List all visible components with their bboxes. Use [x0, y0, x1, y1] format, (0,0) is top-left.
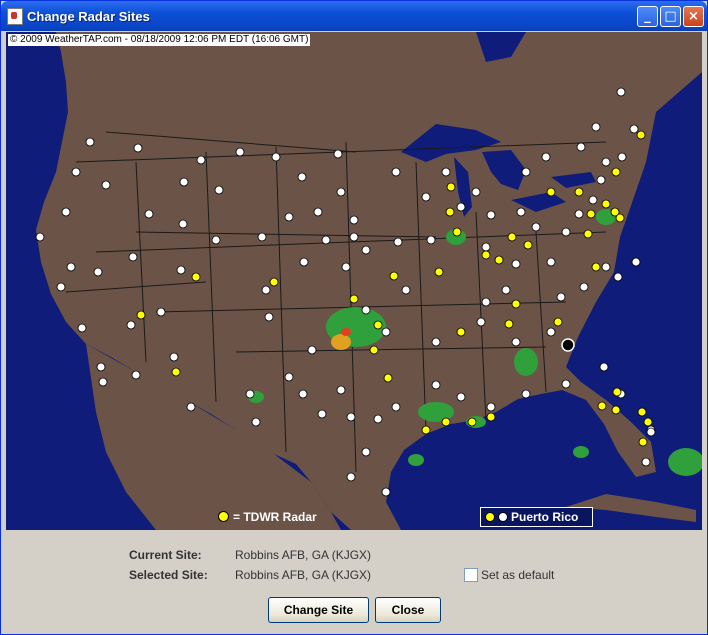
tdwr-legend-label: = TDWR Radar	[233, 510, 317, 524]
title-bar[interactable]: Change Radar Sites _ □ ×	[1, 1, 707, 31]
tdwr-dot-icon	[485, 512, 495, 522]
tdwr-legend-dot-icon	[218, 511, 229, 522]
current-site-label: Current Site:	[129, 548, 202, 562]
maximize-button[interactable]: □	[660, 6, 681, 27]
change-site-button[interactable]: Change Site	[268, 597, 369, 623]
set-default-label[interactable]: Set as default	[481, 568, 554, 582]
selected-site-label: Selected Site:	[129, 568, 208, 582]
tdwr-legend: = TDWR Radar	[218, 510, 317, 524]
puerto-rico-label: Puerto Rico	[511, 510, 579, 524]
radar-map[interactable]: © 2009 WeatherTAP.com - 08/18/2009 12:06…	[6, 32, 702, 530]
close-window-button[interactable]: ×	[683, 6, 704, 27]
selected-site-value: Robbins AFB, GA (KJGX)	[235, 568, 372, 582]
set-default-checkbox[interactable]	[464, 568, 478, 582]
window-title: Change Radar Sites	[27, 9, 150, 24]
close-button[interactable]: Close	[375, 597, 441, 623]
java-app-icon	[7, 8, 23, 25]
puerto-rico-button[interactable]: Puerto Rico	[480, 507, 593, 527]
current-site-value: Robbins AFB, GA (KJGX)	[235, 548, 372, 562]
change-radar-sites-window: Change Radar Sites _ □ × © 2009 WeatherT…	[0, 0, 708, 635]
selected-site-kjgx	[561, 338, 575, 352]
us-map-svg	[6, 32, 702, 530]
minimize-button[interactable]: _	[637, 6, 658, 27]
nexrad-dot-icon	[498, 512, 508, 522]
map-copyright: © 2009 WeatherTAP.com - 08/18/2009 12:06…	[8, 34, 311, 46]
